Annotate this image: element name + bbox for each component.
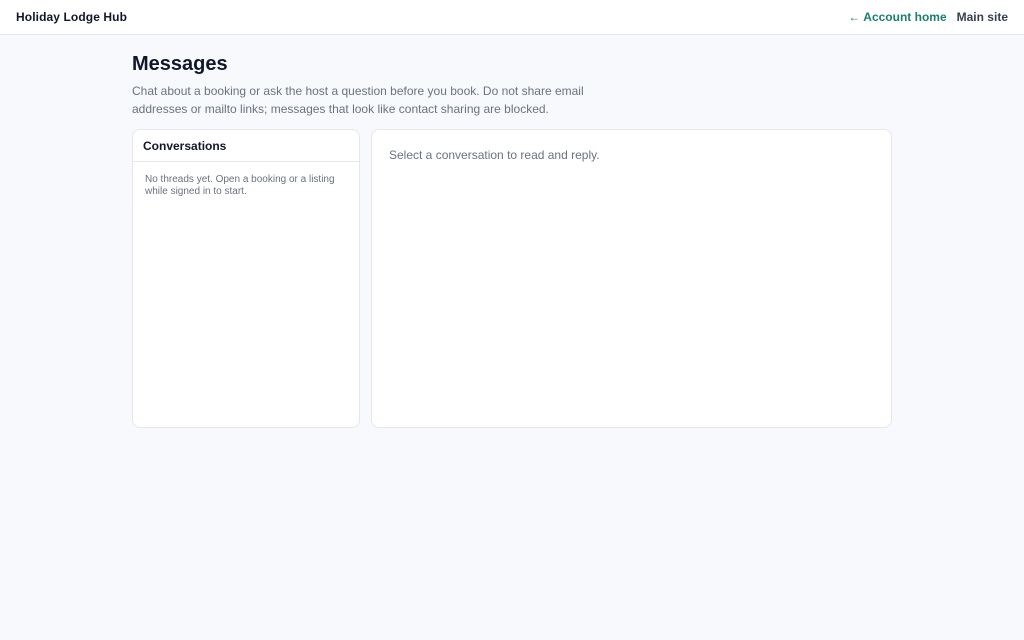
page-subtitle: Chat about a booking or ask the host a q… — [132, 84, 584, 116]
account-home-link[interactable]: ← Account home — [848, 10, 946, 24]
thread-panel: Select a conversation to read and reply. — [371, 129, 892, 428]
thread-placeholder: Select a conversation to read and reply. — [389, 148, 600, 162]
left-arrow-icon: ← — [848, 10, 861, 24]
messages-panels: Conversations No threads yet. Open a boo… — [132, 129, 892, 428]
page-title: Messages — [132, 53, 228, 75]
main-site-link[interactable]: Main site — [957, 10, 1008, 24]
top-bar: Holiday Lodge Hub ← Account home Main sit… — [0, 0, 1024, 35]
empty-threads-message: No threads yet. Open a booking or a list… — [145, 174, 335, 197]
account-home-label: Account home — [863, 10, 947, 24]
conversations-heading: Conversations — [133, 130, 359, 162]
brand-name: Holiday Lodge Hub — [16, 10, 128, 24]
messages-page: Messages Chat about a booking or ask the… — [132, 52, 892, 428]
conversations-panel: Conversations No threads yet. Open a boo… — [132, 129, 360, 428]
top-nav: ← Account home Main site — [848, 10, 1008, 24]
